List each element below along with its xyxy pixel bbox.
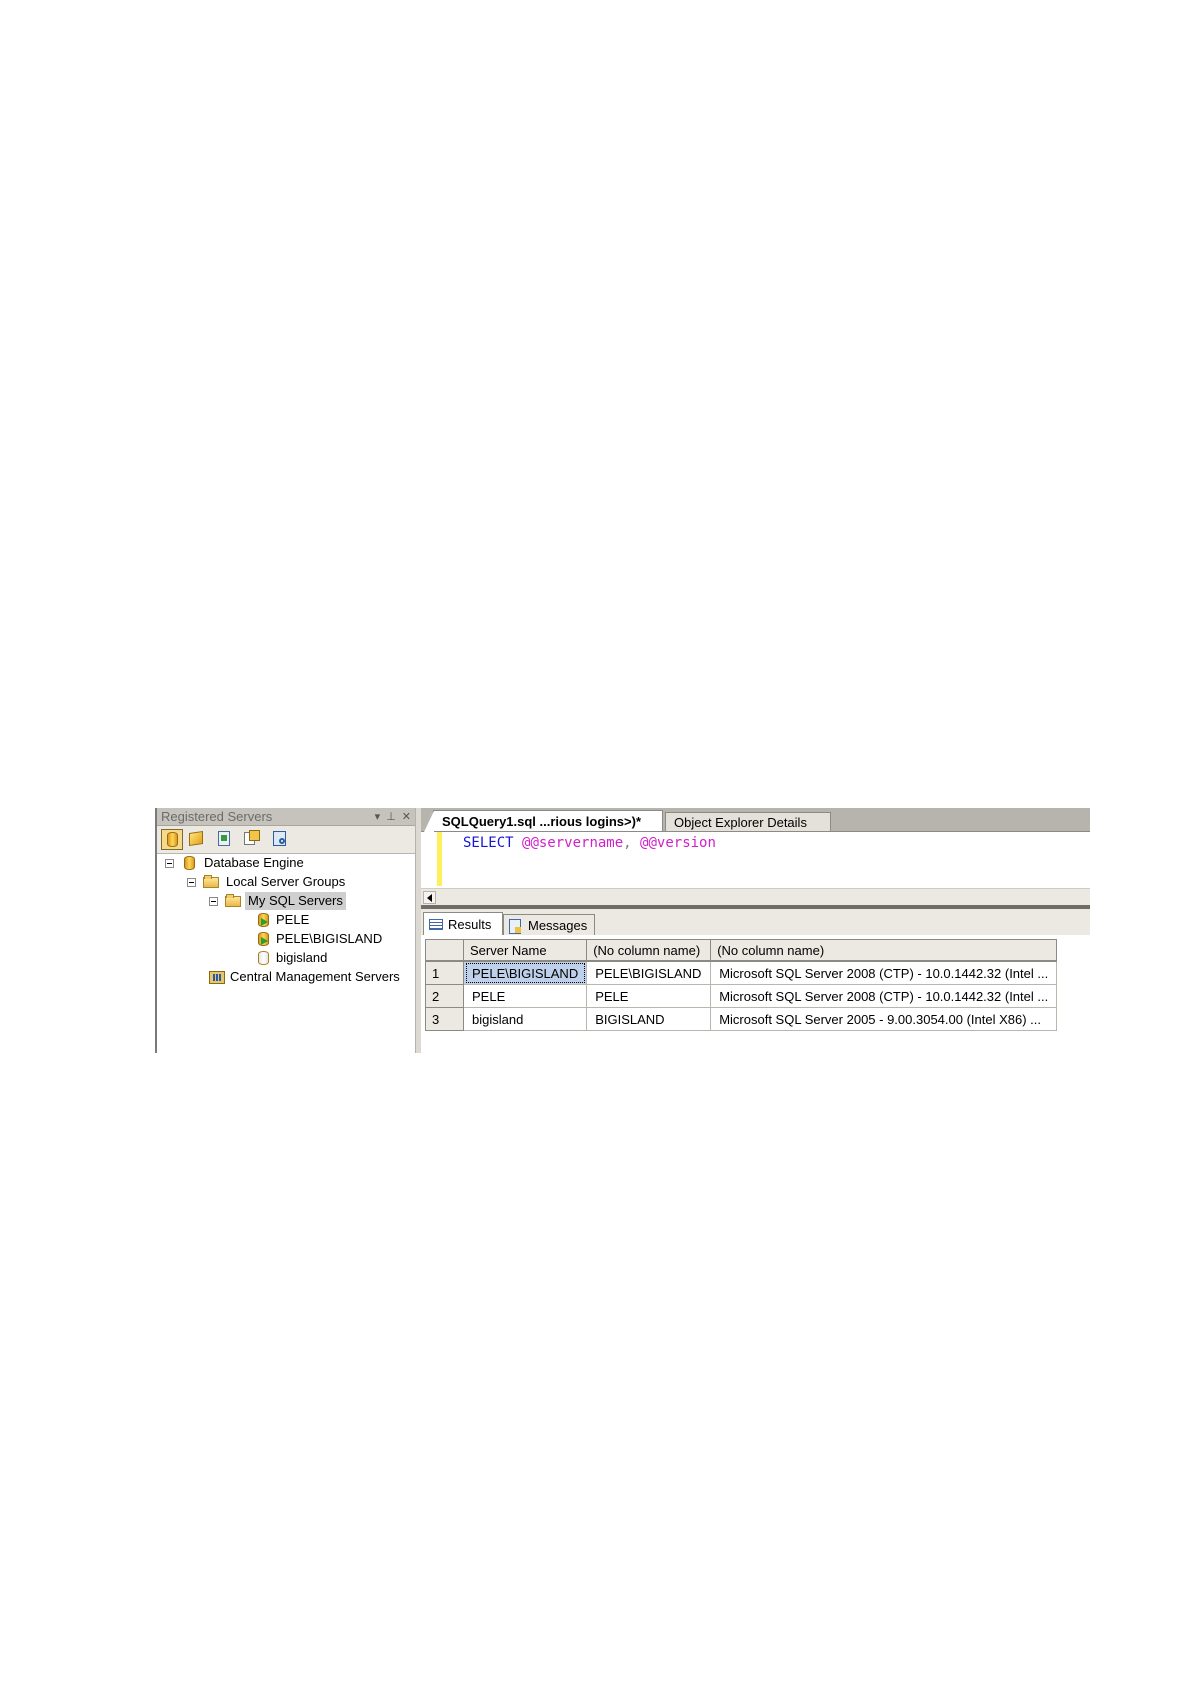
row-number[interactable]: 1: [425, 960, 464, 985]
tab-results[interactable]: Results: [423, 912, 503, 936]
sql-keyword: SELECT: [463, 835, 514, 851]
table-row: 3 bigisland BIGISLAND Microsoft SQL Serv…: [425, 1007, 1058, 1031]
row-number[interactable]: 2: [425, 984, 464, 1008]
column-header[interactable]: (No column name): [586, 939, 712, 962]
analysis-services-icon: [189, 831, 203, 846]
tree-label: PELE: [276, 912, 310, 927]
tree-label: Local Server Groups: [226, 874, 346, 889]
sql-function: @@servername: [522, 835, 624, 851]
tab-messages[interactable]: Messages: [503, 914, 595, 936]
scroll-left-icon[interactable]: [423, 891, 436, 904]
close-icon[interactable]: ✕: [402, 808, 411, 826]
grid-cell[interactable]: Microsoft SQL Server 2008 (CTP) - 10.0.1…: [710, 984, 1058, 1008]
grid-cell[interactable]: PELE\BIGISLAND: [586, 960, 712, 985]
grid-cell[interactable]: BIGISLAND: [586, 1007, 712, 1031]
column-header[interactable]: Server Name: [462, 939, 588, 962]
server-type-toolbar: [157, 826, 415, 854]
tab-object-explorer-details[interactable]: Object Explorer Details: [665, 812, 831, 831]
database-engine-icon: [167, 832, 178, 847]
database-engine-button[interactable]: [161, 829, 183, 850]
reporting-services-button[interactable]: [213, 829, 235, 850]
collapse-icon[interactable]: [187, 878, 196, 887]
tab-sql-query[interactable]: SQLQuery1.sql ...rious logins>)*: [424, 810, 663, 832]
header-row: Server Name (No column name) (No column …: [425, 939, 1058, 962]
dropdown-icon[interactable]: ▾: [375, 808, 381, 826]
tree-label: bigisland: [276, 950, 328, 965]
folder-icon: [225, 893, 241, 908]
results-grid-area: Server Name (No column name) (No column …: [421, 935, 1090, 1053]
server-running-icon: [255, 931, 271, 946]
change-margin: [437, 832, 442, 886]
grid-cell[interactable]: PELE: [462, 984, 588, 1008]
analysis-services-button[interactable]: [185, 829, 207, 850]
sql-compact-button[interactable]: [269, 829, 291, 850]
results-tab-strip: Results Messages: [421, 909, 1090, 936]
integration-services-button[interactable]: [241, 829, 263, 850]
server-stopped-icon: [255, 950, 271, 965]
registered-servers-panel: Registered Servers ▾ ⊥ ✕ Database Engine: [155, 808, 415, 1053]
table-row: 1 PELE\BIGISLAND PELE\BIGISLAND Microsof…: [425, 960, 1058, 985]
database-engine-icon: [181, 855, 197, 870]
pin-icon[interactable]: ⊥: [386, 808, 396, 826]
collapse-icon[interactable]: [165, 859, 174, 868]
grid-cell[interactable]: Microsoft SQL Server 2008 (CTP) - 10.0.1…: [710, 960, 1058, 985]
grid-cell[interactable]: bigisland: [462, 1007, 588, 1031]
grid-cell[interactable]: PELE: [586, 984, 712, 1008]
row-number[interactable]: 3: [425, 1007, 464, 1031]
sql-line: SELECT @@servername, @@version: [463, 834, 716, 852]
sql-punctuation: ,: [623, 835, 632, 851]
grid-cell-selected[interactable]: PELE\BIGISLAND: [462, 960, 588, 985]
central-management-icon: [209, 969, 225, 984]
tree-label: Database Engine: [204, 855, 304, 870]
folder-icon: [203, 874, 219, 889]
panel-title-bar: Registered Servers ▾ ⊥ ✕: [157, 808, 415, 826]
tab-label: Results: [448, 917, 492, 932]
messages-icon: [509, 919, 521, 934]
tree-label: Central Management Servers: [230, 969, 400, 984]
document-tabs: SQLQuery1.sql ...rious logins>)* Object …: [421, 808, 1090, 832]
ssms-screenshot: Registered Servers ▾ ⊥ ✕ Database Engine: [155, 808, 1090, 1053]
sql-function: @@version: [640, 835, 716, 851]
collapse-icon[interactable]: [209, 897, 218, 906]
server-tree: Database Engine Local Server Groups My S…: [157, 854, 415, 1053]
editor-horizontal-scrollbar[interactable]: [421, 888, 1090, 906]
tab-label: Messages: [528, 918, 588, 933]
panel-title: Registered Servers: [161, 809, 273, 824]
document-area: SQLQuery1.sql ...rious logins>)* Object …: [417, 808, 1090, 1053]
sql-compact-icon: [273, 831, 286, 846]
grid-cell[interactable]: Microsoft SQL Server 2005 - 9.00.3054.00…: [710, 1007, 1058, 1031]
grid-icon: [429, 919, 443, 930]
corner-header[interactable]: [425, 939, 464, 962]
server-running-icon: [255, 912, 271, 927]
reporting-services-icon: [218, 831, 230, 846]
tree-label: PELE\BIGISLAND: [276, 931, 383, 946]
integration-services-icon: [249, 830, 260, 841]
tree-label-selected: My SQL Servers: [245, 892, 346, 910]
column-header[interactable]: (No column name): [710, 939, 1058, 962]
results-grid: Server Name (No column name) (No column …: [425, 939, 1058, 1031]
table-row: 2 PELE PELE Microsoft SQL Server 2008 (C…: [425, 984, 1058, 1008]
